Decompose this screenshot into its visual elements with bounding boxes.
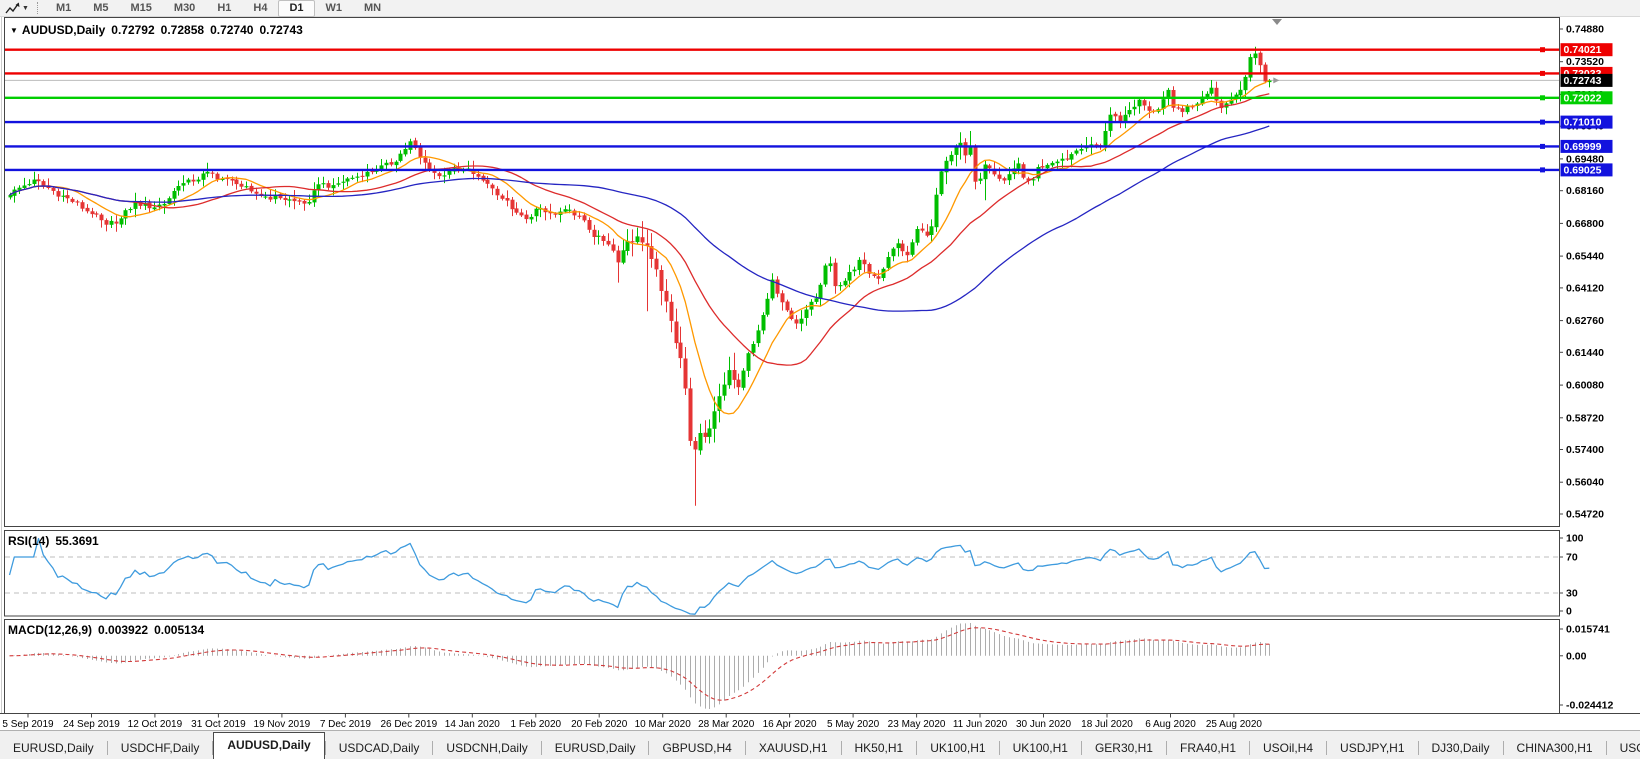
macd-signal-value: 0.005134 — [154, 623, 204, 637]
svg-text:0.69999: 0.69999 — [1564, 141, 1602, 153]
collapse-icon[interactable]: ▼ — [10, 26, 18, 35]
rsi-title: RSI(14)55.3691 — [8, 534, 105, 548]
svg-text:0.68160: 0.68160 — [1566, 185, 1604, 197]
svg-text:1 Feb 2020: 1 Feb 2020 — [510, 719, 561, 730]
svg-text:0.64120: 0.64120 — [1566, 282, 1604, 294]
chart-tab-ger30-h1[interactable]: GER30,H1 — [1082, 737, 1166, 759]
timeframe-button-H1[interactable]: H1 — [206, 0, 242, 17]
chart-tab-usdjpy-h1[interactable]: USDJPY,H1 — [1327, 737, 1417, 759]
svg-text:7 Dec 2019: 7 Dec 2019 — [320, 719, 372, 730]
timeframe-button-M1[interactable]: M1 — [45, 0, 82, 17]
timeframe-button-M5[interactable]: M5 — [82, 0, 119, 17]
timeframe-buttons: M1M5M15M30H1H4D1W1MN — [45, 0, 392, 17]
svg-text:0.72022: 0.72022 — [1564, 92, 1602, 104]
svg-text:0: 0 — [1566, 606, 1572, 618]
mt4-window: ▼ M1M5M15M30H1H4D1W1MN 0.748800.735200.7… — [0, 0, 1640, 759]
chart-tab-eurusd-daily[interactable]: EURUSD,Daily — [542, 737, 649, 759]
rsi-value: 55.3691 — [55, 534, 98, 548]
chevron-down-icon[interactable]: ▼ — [22, 5, 29, 12]
timeframe-button-D1[interactable]: D1 — [278, 0, 314, 17]
svg-text:6 Aug 2020: 6 Aug 2020 — [1145, 719, 1196, 730]
chart-region: 0.748800.735200.721600.708400.694800.681… — [0, 17, 1640, 730]
svg-text:0.54720: 0.54720 — [1566, 509, 1604, 521]
svg-text:26 Dec 2019: 26 Dec 2019 — [380, 719, 437, 730]
svg-text:0.57400: 0.57400 — [1566, 444, 1604, 456]
ohlc-open: 0.72792 — [111, 23, 154, 37]
svg-text:14 Jan 2020: 14 Jan 2020 — [445, 719, 500, 730]
timeframe-button-MN[interactable]: MN — [353, 0, 392, 17]
toolbar: ▼ M1M5M15M30H1H4D1W1MN — [0, 0, 1640, 17]
svg-text:16 Apr 2020: 16 Apr 2020 — [763, 719, 817, 730]
svg-text:0.71010: 0.71010 — [1564, 117, 1602, 129]
chart-tab-gbpusd-h4[interactable]: GBPUSD,H4 — [649, 737, 744, 759]
chart-tab-china300-h1[interactable]: CHINA300,H1 — [1504, 737, 1606, 759]
chart-tab-usdchf-daily[interactable]: USDCHF,Daily — [108, 737, 213, 759]
svg-text:0.69025: 0.69025 — [1564, 164, 1602, 176]
chart-tab-uk100-h1[interactable]: UK100,H1 — [917, 737, 998, 759]
svg-text:10 Mar 2020: 10 Mar 2020 — [635, 719, 692, 730]
svg-text:24 Sep 2019: 24 Sep 2019 — [63, 719, 120, 730]
svg-text:0.58720: 0.58720 — [1566, 412, 1604, 424]
chart-tab-uk100-h1[interactable]: UK100,H1 — [1000, 737, 1081, 759]
svg-text:25 Aug 2020: 25 Aug 2020 — [1206, 719, 1263, 730]
svg-text:0.61440: 0.61440 — [1566, 347, 1604, 359]
chart-tool-icon[interactable] — [4, 1, 21, 15]
ohlc-high: 0.72858 — [161, 23, 204, 37]
ohlc-low: 0.72740 — [210, 23, 253, 37]
chart-tab-hk50-h1[interactable]: HK50,H1 — [842, 737, 917, 759]
svg-text:0.74880: 0.74880 — [1566, 24, 1604, 36]
svg-text:0.56040: 0.56040 — [1566, 477, 1604, 489]
chart-tab-xauusd-h1[interactable]: XAUUSD,H1 — [746, 737, 841, 759]
chart-tab-audusd-daily[interactable]: AUDUSD,Daily — [213, 732, 324, 759]
svg-text:19 Nov 2019: 19 Nov 2019 — [254, 719, 311, 730]
toolbar-grip[interactable] — [37, 2, 38, 14]
svg-text:18 Jul 2020: 18 Jul 2020 — [1081, 719, 1133, 730]
timeframe-button-H4[interactable]: H4 — [242, 0, 278, 17]
macd-main-value: 0.003922 — [98, 623, 148, 637]
chart-tab-dj30-daily[interactable]: DJ30,Daily — [1419, 737, 1503, 759]
svg-text:70: 70 — [1566, 552, 1578, 564]
timeframe-button-W1[interactable]: W1 — [315, 0, 354, 17]
timeframe-button-M15[interactable]: M15 — [120, 0, 163, 17]
chart-canvas[interactable]: 0.748800.735200.721600.708400.694800.681… — [0, 17, 1640, 730]
svg-text:30: 30 — [1566, 588, 1578, 600]
svg-text:100: 100 — [1566, 533, 1584, 545]
svg-text:0.74021: 0.74021 — [1564, 44, 1602, 56]
ohlc-close: 0.72743 — [259, 23, 302, 37]
chart-tab-usoil-h1[interactable]: USOil,H1 — [1607, 737, 1640, 759]
svg-text:0.62760: 0.62760 — [1566, 315, 1604, 327]
svg-text:23 May 2020: 23 May 2020 — [888, 719, 946, 730]
svg-text:31 Oct 2019: 31 Oct 2019 — [191, 719, 246, 730]
svg-text:0.015741: 0.015741 — [1566, 624, 1610, 636]
svg-text:0.60080: 0.60080 — [1566, 380, 1604, 392]
svg-text:12 Oct 2019: 12 Oct 2019 — [128, 719, 183, 730]
svg-text:11 Jun 2020: 11 Jun 2020 — [953, 719, 1008, 730]
svg-text:5 Sep 2019: 5 Sep 2019 — [2, 719, 54, 730]
svg-text:30 Jun 2020: 30 Jun 2020 — [1016, 719, 1071, 730]
chart-symbol: AUDUSD,Daily — [22, 23, 105, 37]
chart-title: ▼ AUDUSD,Daily 0.72792 0.72858 0.72740 0.7274… — [10, 23, 309, 37]
chart-tab-fra40-h1[interactable]: FRA40,H1 — [1167, 737, 1249, 759]
svg-text:-0.024412: -0.024412 — [1566, 700, 1613, 712]
svg-text:0.00: 0.00 — [1566, 650, 1587, 662]
svg-text:5 May 2020: 5 May 2020 — [827, 719, 880, 730]
svg-text:0.72743: 0.72743 — [1564, 75, 1602, 87]
chart-tab-usdcad-daily[interactable]: USDCAD,Daily — [326, 737, 433, 759]
chart-tab-eurusd-daily[interactable]: EURUSD,Daily — [0, 737, 107, 759]
timeframe-button-M30[interactable]: M30 — [163, 0, 206, 17]
svg-text:20 Feb 2020: 20 Feb 2020 — [571, 719, 628, 730]
svg-text:0.65440: 0.65440 — [1566, 251, 1604, 263]
svg-text:28 Mar 2020: 28 Mar 2020 — [698, 719, 755, 730]
chart-tabs: EURUSD,DailyUSDCHF,DailyAUDUSD,DailyUSDC… — [0, 730, 1640, 759]
macd-title: MACD(12,26,9)0.0039220.005134 — [8, 623, 210, 637]
svg-text:0.66800: 0.66800 — [1566, 218, 1604, 230]
svg-text:0.73520: 0.73520 — [1566, 56, 1604, 68]
chart-tab-usoil-h4[interactable]: USOil,H4 — [1250, 737, 1326, 759]
date-axis: 5 Sep 2019 24 Sep 2019 12 Oct 2019 31 Oct 2… — [2, 714, 1262, 731]
chart-tab-usdcnh-daily[interactable]: USDCNH,Daily — [433, 737, 540, 759]
